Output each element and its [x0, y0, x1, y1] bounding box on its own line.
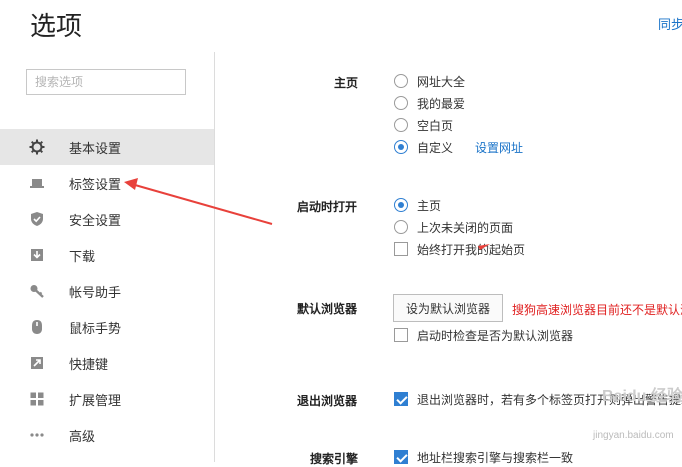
- sidebar-item-label: 扩展管理: [69, 392, 122, 408]
- sidebar-item-label: 基本设置: [69, 140, 122, 156]
- option-label: 空白页: [417, 118, 454, 133]
- default-browser-section-label: 默认浏览器: [297, 302, 358, 316]
- shield-check-icon: [31, 212, 43, 226]
- shortcut-arrow-icon: [31, 357, 43, 369]
- sidebar-item-label: 帐号助手: [69, 284, 122, 300]
- sidebar-item-security[interactable]: 安全设置: [0, 201, 214, 237]
- radio-button[interactable]: [394, 96, 408, 110]
- sidebar: 基本设置 标签设置 安全设置 下载 帐号助手: [0, 52, 215, 462]
- watermark-url: jingyan.baidu.com: [593, 430, 674, 441]
- radio-button[interactable]: [394, 118, 408, 132]
- sidebar-item-shortcuts[interactable]: 快捷键: [0, 345, 214, 381]
- radio-button[interactable]: [394, 220, 408, 234]
- option-label: 上次未关闭的页面: [417, 220, 514, 235]
- set-url-link[interactable]: 设置网址: [475, 139, 523, 156]
- startup-always-open-start-page[interactable]: 始终打开我的起始页: [394, 240, 525, 258]
- header: 选项 同步: [0, 0, 682, 52]
- option-label: 我的最爱: [417, 96, 466, 111]
- download-icon: [31, 249, 43, 261]
- homepage-section-label: 主页: [334, 76, 359, 90]
- startup-option-last-session[interactable]: 上次未关闭的页面: [394, 218, 513, 236]
- homepage-option-custom[interactable]: 自定义 设置网址: [394, 138, 523, 156]
- radio-button-selected[interactable]: [394, 198, 408, 212]
- checkbox[interactable]: [394, 328, 408, 342]
- startup-section-label: 启动时打开: [297, 200, 358, 214]
- sidebar-item-tab-settings[interactable]: 标签设置: [0, 165, 214, 201]
- sidebar-item-extensions[interactable]: 扩展管理: [0, 381, 214, 417]
- sidebar-item-label: 标签设置: [69, 176, 122, 192]
- search-engine-sync[interactable]: 地址栏搜索引擎与搜索栏一致: [394, 448, 573, 466]
- sidebar-item-label: 安全设置: [69, 212, 122, 228]
- radio-button[interactable]: [394, 74, 408, 88]
- radio-button-selected[interactable]: [394, 140, 408, 154]
- homepage-option-nav-site[interactable]: 网址大全: [394, 72, 465, 90]
- sidebar-item-download[interactable]: 下载: [0, 237, 214, 273]
- set-default-browser-button[interactable]: 设为默认浏览器: [393, 294, 504, 322]
- startup-option-homepage[interactable]: 主页: [394, 196, 441, 214]
- page-title: 选项: [30, 11, 83, 41]
- sidebar-item-label: 鼠标手势: [69, 320, 122, 336]
- sync-link[interactable]: 同步: [658, 14, 682, 33]
- default-browser-warning: 搜狗高速浏览器目前还不是默认浏: [512, 303, 682, 317]
- sidebar-item-advanced[interactable]: 高级: [0, 417, 214, 453]
- tab-icon: [30, 179, 44, 188]
- sidebar-item-label: 快捷键: [69, 356, 109, 372]
- checkbox[interactable]: [394, 242, 408, 256]
- sidebar-item-label: 下载: [69, 248, 96, 264]
- option-label: 自定义: [417, 140, 454, 155]
- watermark-logo: Baidu 经验: [602, 388, 682, 405]
- gear-icon: [29, 139, 45, 155]
- check-default-on-start[interactable]: 启动时检查是否为默认浏览器: [394, 326, 573, 344]
- mouse-icon: [32, 320, 42, 334]
- search-box[interactable]: [26, 69, 186, 95]
- sidebar-item-label: 高级: [69, 428, 96, 444]
- option-label: 始终打开我的起始页: [417, 242, 526, 257]
- search-input[interactable]: [27, 70, 185, 94]
- search-engine-section-label: 搜索引擎: [310, 452, 359, 466]
- option-label: 主页: [417, 198, 442, 213]
- checkbox-checked[interactable]: [394, 392, 408, 406]
- key-icon: [30, 285, 44, 298]
- option-label: 网址大全: [417, 74, 466, 89]
- option-label: 地址栏搜索引擎与搜索栏一致: [417, 450, 574, 465]
- homepage-option-favorites[interactable]: 我的最爱: [394, 94, 465, 112]
- homepage-option-blank[interactable]: 空白页: [394, 116, 453, 134]
- more-dots-icon: [30, 433, 44, 437]
- option-label: 启动时检查是否为默认浏览器: [417, 328, 574, 343]
- exit-browser-section-label: 退出浏览器: [297, 394, 358, 408]
- sidebar-item-account-assistant[interactable]: 帐号助手: [0, 273, 214, 309]
- sidebar-item-basic-settings[interactable]: 基本设置: [0, 129, 214, 165]
- sidebar-item-mouse-gestures[interactable]: 鼠标手势: [0, 309, 214, 345]
- extensions-grid-icon: [30, 392, 44, 406]
